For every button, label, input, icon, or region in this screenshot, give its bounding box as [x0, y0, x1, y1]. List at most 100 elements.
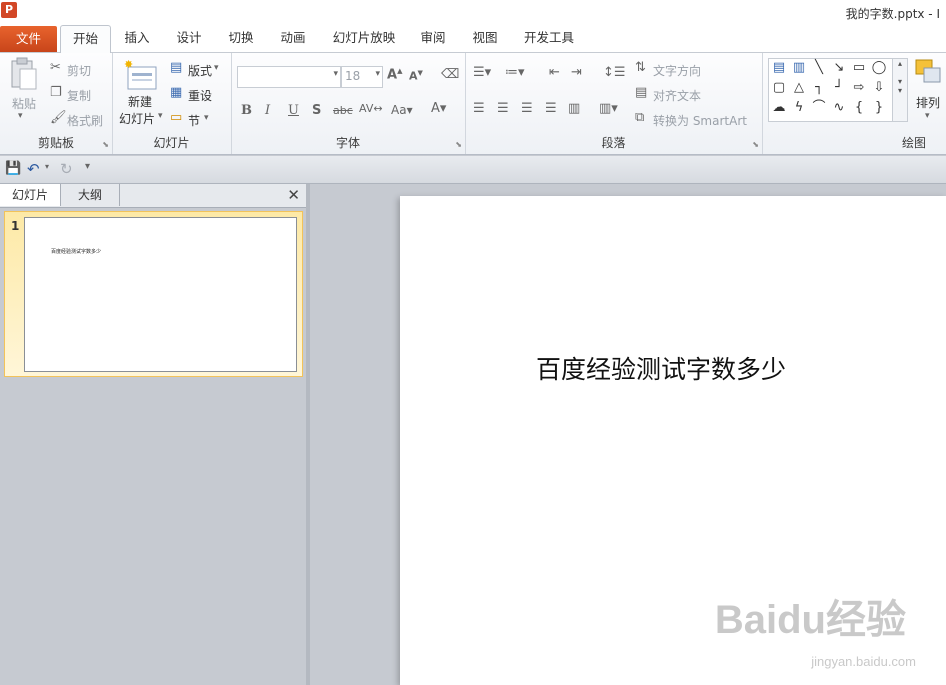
italic-icon[interactable]: I	[265, 103, 270, 118]
font-size-combo[interactable]: 18 ▾	[341, 66, 383, 88]
align-center-icon[interactable]: ☰	[497, 101, 509, 116]
arrow-line-shape-icon[interactable]: ↘	[831, 61, 847, 75]
dialog-launcher-icon[interactable]: ⬊	[455, 140, 462, 149]
elbow-connector-shape-icon[interactable]: ┐	[811, 81, 827, 95]
distributed-icon[interactable]: ▥	[568, 101, 580, 116]
bullets-icon[interactable]: ☰▾	[473, 65, 491, 80]
reset-button[interactable]: 重设	[188, 87, 212, 104]
section-button[interactable]: 节	[188, 112, 200, 129]
dialog-launcher-icon[interactable]: ⬊	[102, 140, 109, 149]
slide-thumbnail[interactable]: 百度经验测试字数多少	[24, 217, 297, 372]
increase-indent-icon[interactable]: ⇥	[571, 65, 582, 80]
bold-icon[interactable]: B	[241, 103, 252, 118]
copy-button[interactable]: 复制	[67, 87, 91, 104]
new-slide-button[interactable]: ✸	[124, 58, 158, 91]
clear-format-icon[interactable]: ⌫	[441, 67, 459, 82]
right-brace-shape-icon[interactable]: }	[871, 101, 887, 115]
gallery-scroll[interactable]: ▴ ▾ ▾	[892, 59, 907, 121]
right-arrow-shape-icon[interactable]: ⇨	[851, 81, 867, 95]
save-icon[interactable]: 💾	[5, 161, 21, 176]
shadow-icon[interactable]: S	[312, 103, 321, 118]
new-slide-label-1[interactable]: 新建	[128, 93, 152, 110]
oval-shape-icon[interactable]: ◯	[871, 61, 887, 75]
decrease-indent-icon[interactable]: ⇤	[549, 65, 560, 80]
paragraph-group: ☰▾ ≔▾ ⇤ ⇥ ↕☰ ☰ ☰ ☰ ☰ ▥ ▥▾ ⇅ 文字方向 ▤ 对齐文本 …	[465, 53, 763, 154]
arc-shape-icon[interactable]: ⌒	[811, 101, 827, 115]
text-direction-button[interactable]: 文字方向	[653, 62, 701, 79]
slides-group: ✸ 新建 幻灯片 ▾ ▤ 版式 ▾ ▦ 重设 ▭ 节 ▾ 幻灯片	[112, 53, 232, 154]
drawing-group-label: 绘图	[901, 136, 926, 150]
grow-font-icon[interactable]: A▲	[387, 67, 402, 82]
arrange-button[interactable]	[912, 57, 944, 87]
redo-icon[interactable]: ↻	[60, 160, 73, 178]
chevron-down-icon[interactable]: ▾	[214, 63, 219, 73]
window-title: 我的字数.pptx - I	[845, 7, 940, 21]
chevron-down-icon[interactable]: ▾	[925, 111, 930, 121]
paste-button[interactable]	[8, 57, 38, 91]
vertical-textbox-shape-icon[interactable]: ▥	[791, 61, 807, 75]
copy-icon: ❐	[50, 85, 62, 100]
lightning-shape-icon[interactable]: ϟ	[791, 101, 807, 115]
elbow-arrow-shape-icon[interactable]: ┘	[831, 81, 847, 95]
align-right-icon[interactable]: ☰	[521, 101, 533, 116]
chevron-down-icon[interactable]: ▾	[158, 111, 163, 121]
customize-qat-icon[interactable]: ▾	[85, 161, 90, 172]
clipboard-group-label: 剪贴板	[37, 136, 74, 150]
tab-review[interactable]: 审阅	[413, 24, 453, 52]
rectangle-shape-icon[interactable]: ▭	[851, 61, 867, 75]
slide-thumbnail-selected[interactable]: 1 百度经验测试字数多少	[4, 211, 303, 377]
format-painter-button[interactable]: 格式刷	[67, 112, 103, 129]
close-icon[interactable]: ✕	[287, 186, 300, 204]
tab-transitions[interactable]: 切换	[221, 24, 261, 52]
slide-text-box[interactable]: 百度经验测试字数多少	[536, 350, 786, 386]
align-text-button[interactable]: 对齐文本	[653, 87, 701, 104]
undo-icon[interactable]: ↶	[27, 160, 40, 178]
tab-developer[interactable]: 开发工具	[518, 24, 580, 52]
change-case-icon[interactable]: Aa▾	[391, 103, 413, 117]
left-brace-shape-icon[interactable]: {	[851, 101, 867, 115]
curve-shape-icon[interactable]: ∿	[831, 101, 847, 115]
font-size-value: 18	[345, 69, 361, 83]
columns-icon[interactable]: ▥▾	[599, 101, 618, 116]
justify-icon[interactable]: ☰	[545, 101, 557, 116]
cut-button[interactable]: 剪切	[67, 62, 91, 79]
chevron-down-icon[interactable]: ▾	[204, 113, 209, 123]
tab-animations[interactable]: 动画	[273, 24, 313, 52]
tab-home[interactable]: 开始	[60, 25, 111, 54]
strikethrough-icon[interactable]: abc	[333, 104, 353, 117]
cloud-shape-icon[interactable]: ☁	[771, 101, 787, 115]
convert-smartart-button[interactable]: 转换为 SmartArt	[653, 112, 747, 129]
font-name-combo[interactable]: ▾	[237, 66, 341, 88]
dialog-launcher-icon[interactable]: ⬊	[752, 140, 759, 149]
shrink-font-icon[interactable]: A▼	[409, 69, 423, 83]
rounded-rect-shape-icon[interactable]: ▢	[771, 81, 787, 95]
arrange-label[interactable]: 排列	[916, 94, 940, 111]
chevron-down-icon[interactable]: ▾	[45, 162, 49, 171]
line-spacing-icon[interactable]: ↕☰	[603, 65, 626, 80]
numbering-icon[interactable]: ≔▾	[505, 65, 525, 80]
underline-icon[interactable]: U	[288, 103, 299, 118]
tab-slides-panel[interactable]: 幻灯片	[0, 184, 61, 206]
tab-slideshow[interactable]: 幻灯片放映	[326, 24, 402, 52]
char-spacing-icon[interactable]: AV↔	[359, 102, 383, 115]
chevron-down-icon[interactable]: ▾	[333, 69, 338, 79]
down-arrow-shape-icon[interactable]: ⇩	[871, 81, 887, 95]
shapes-gallery[interactable]: ▤ ▥ ╲ ↘ ▭ ◯ ▢ △ ┐ ┘ ⇨ ⇩ ☁ ϟ ⌒ ∿ { } ▴ ▾ ▾	[768, 58, 908, 122]
layout-button[interactable]: 版式	[188, 62, 212, 79]
tab-file[interactable]: 文件	[0, 26, 57, 52]
chevron-down-icon[interactable]: ▾	[375, 69, 380, 79]
tab-insert[interactable]: 插入	[117, 24, 157, 52]
triangle-shape-icon[interactable]: △	[791, 81, 807, 95]
tab-design[interactable]: 设计	[169, 24, 209, 52]
font-color-icon[interactable]: A▾	[431, 101, 446, 116]
tab-outline-panel[interactable]: 大纲	[61, 184, 120, 206]
align-left-icon[interactable]: ☰	[473, 101, 485, 116]
paste-label[interactable]: 粘贴	[12, 95, 36, 112]
new-slide-label-2[interactable]: 幻灯片	[119, 110, 155, 127]
tab-view[interactable]: 视图	[465, 24, 505, 52]
line-shape-icon[interactable]: ╲	[811, 61, 827, 75]
textbox-shape-icon[interactable]: ▤	[771, 61, 787, 75]
chevron-down-icon[interactable]: ▾	[18, 111, 23, 121]
powerpoint-icon[interactable]: P	[1, 2, 17, 18]
slide-canvas[interactable]: 百度经验测试字数多少 Baidu经验 jingyan.baidu.com	[400, 196, 946, 685]
